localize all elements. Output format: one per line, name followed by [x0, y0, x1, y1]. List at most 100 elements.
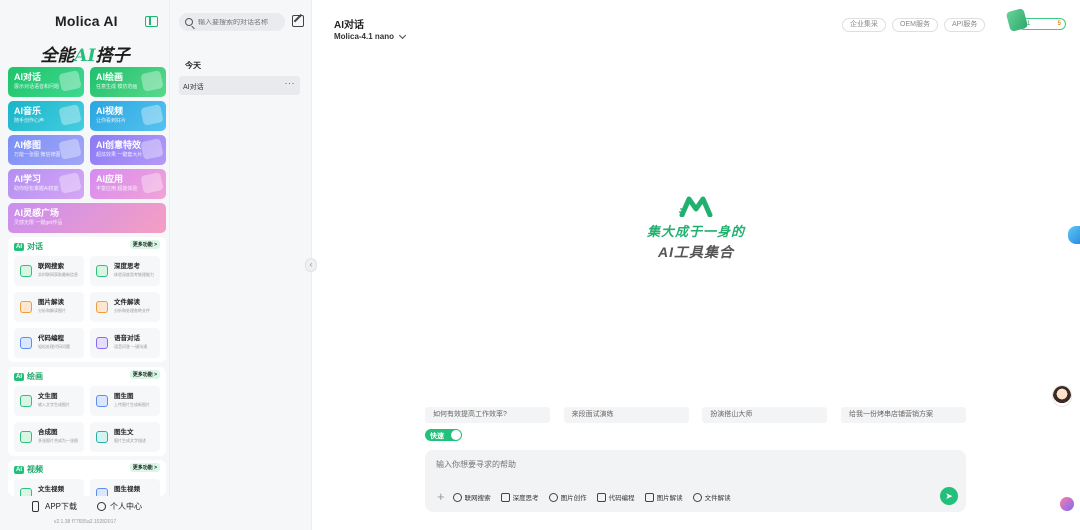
card-image-reading[interactable]: 图片解读 分析和解读图片: [14, 292, 84, 322]
slogan: 全能AI搭子: [0, 41, 170, 66]
floating-assistant-tab[interactable]: [1068, 226, 1080, 244]
book-icon: [58, 172, 82, 194]
magic-star-icon: [140, 138, 164, 160]
card-web-search[interactable]: 联网搜索 实时联网获取最新信息: [14, 256, 84, 286]
tile-ai-chat[interactable]: AI对话 展示对话语音和问题: [8, 67, 84, 97]
app-download-button[interactable]: APP下载: [32, 501, 77, 512]
more-options-icon[interactable]: ···: [285, 78, 296, 88]
section-name: 视频: [27, 465, 43, 474]
enterprise-purchase-link[interactable]: 企业集采: [842, 18, 886, 32]
fast-mode-label: 快速: [430, 433, 444, 440]
personal-center-button[interactable]: 个人中心: [97, 501, 142, 512]
more-features-link[interactable]: 更多功能 >: [129, 463, 160, 472]
conversation-list-panel: 今天 AI对话 ···: [170, 0, 312, 530]
tool-image-reading[interactable]: 图片解读: [644, 492, 683, 502]
app-root: Molica AI 全能AI搭子 AI对话 展示对话语音和问题 AI绘画 任意生…: [0, 0, 1080, 530]
brain-icon: [96, 265, 108, 277]
tile-ai-video[interactable]: AI视频 让你看到好片: [90, 101, 166, 131]
brand-name: Molica AI: [55, 13, 118, 29]
hero-title: AI工具集合: [658, 244, 734, 260]
molica-logo-icon: [679, 196, 713, 217]
sidebar-toggle-icon[interactable]: [145, 16, 158, 27]
section-painting: AI 绘画 更多功能 > 文生图输入文字生成图片 图生图 上传图片生成新图片 合成…: [8, 367, 166, 456]
tool-label: 深度思考: [512, 495, 539, 502]
card-voice-chat[interactable]: 语音对话 语音问答 一键沟通: [90, 328, 160, 358]
sparkle-icon: [58, 138, 82, 160]
brain-icon: [500, 492, 510, 502]
section-cards: 文生图输入文字生成图片 图生图 上传图片生成新图片 合成图 多张图片合成为一张图 图…: [8, 381, 166, 458]
slogan-suffix: 搭子: [95, 46, 130, 66]
message-input[interactable]: [436, 459, 936, 475]
image-icon: [644, 492, 654, 502]
card-coding[interactable]: 代码编程 轻松处理代码问题: [14, 328, 84, 358]
tile-ai-inspiration[interactable]: AI灵感广场 灵感无限 一键get作品: [8, 203, 166, 233]
tile-ai-learning[interactable]: AI学习 助你轻松掌握AI技能: [8, 169, 84, 199]
phone-icon: [32, 501, 39, 512]
api-service-link[interactable]: API服务: [943, 18, 986, 32]
section-video: AI 视频 更多功能 > 文生视频 图生视频: [8, 460, 166, 496]
card-file-reading[interactable]: 文件解读 分析和处理各种文件: [90, 292, 160, 322]
feature-tiles: AI对话 展示对话语音和问题 AI绘画 任意生成 模仿范画 AI音乐 随手创作心…: [8, 67, 166, 233]
tool-coding[interactable]: 代码编程: [596, 492, 635, 502]
card-image-to-video[interactable]: 图生视频: [90, 479, 160, 496]
suggestion-chip[interactable]: 给我一份烤串店铺营销方案: [840, 407, 966, 423]
tool-file-reading[interactable]: 文件解读: [692, 492, 731, 502]
tile-ai-retouch[interactable]: AI修图 万能一张图 微信修图: [8, 135, 84, 165]
floating-plugin-icon[interactable]: [1060, 497, 1074, 511]
section-header: AI 绘画 更多功能 >: [8, 367, 166, 381]
card-title: 深度思考: [114, 263, 140, 270]
conversation-search[interactable]: [179, 13, 285, 31]
new-chat-icon[interactable]: [292, 15, 304, 27]
tile-ai-apps[interactable]: AI应用 丰富应用 超能体验: [90, 169, 166, 199]
hero: 集大成于一身的 AI工具集合: [312, 195, 1080, 262]
tool-label: 代码编程: [608, 495, 635, 502]
card-subtitle: 多张图片合成为一张图: [38, 438, 78, 443]
send-button[interactable]: ➤: [940, 487, 958, 505]
card-deep-thinking[interactable]: 深度思考 体验深度思考推理能力: [90, 256, 160, 286]
fast-mode-toggle[interactable]: 快速: [425, 429, 462, 441]
voice-icon: [96, 337, 108, 349]
user-icon: [97, 502, 106, 511]
card-text-to-image[interactable]: 文生图输入文字生成图片: [14, 386, 84, 416]
more-features-link[interactable]: 更多功能 >: [129, 240, 160, 249]
card-title: 文生视频: [38, 486, 64, 493]
slogan-ai: AI: [74, 46, 96, 66]
toggle-knob: [451, 430, 461, 440]
globe-icon: [452, 492, 462, 502]
image-image-icon: [96, 395, 108, 407]
model-selector[interactable]: Molica-4.1 nano: [334, 31, 407, 41]
tile-subtitle: 灵感无限 一键get作品: [14, 220, 63, 226]
slogan-prefix: 全能: [40, 46, 75, 66]
oem-service-link[interactable]: OEM服务: [892, 18, 938, 32]
paperclip-icon: [692, 492, 702, 502]
section-chat: AI 对话 更多功能 > 联网搜索 实时联网获取最新信息 深度思考 体验深度思考推理…: [8, 237, 166, 362]
tool-web-search[interactable]: 联网搜索: [452, 492, 491, 502]
card-title: 文生图: [38, 393, 58, 400]
tile-ai-music[interactable]: AI音乐 随手创作心声: [8, 101, 84, 131]
conversation-item[interactable]: AI对话 ···: [179, 76, 300, 95]
tool-image-creation[interactable]: 图片创作: [548, 492, 587, 502]
conversation-search-input[interactable]: [198, 18, 283, 26]
section-badge-ai: AI: [14, 465, 24, 474]
tile-ai-effects[interactable]: AI创意特效 超炫效果 一键套大片: [90, 135, 166, 165]
points-value-2: 5: [1057, 21, 1061, 27]
suggestion-chip[interactable]: 如何有效提高工作效率?: [425, 407, 550, 423]
suggestion-chip[interactable]: 来段面试演练: [563, 407, 689, 423]
tile-ai-painting[interactable]: AI绘画 任意生成 模仿范画: [90, 67, 166, 97]
card-image-to-image[interactable]: 图生图 上传图片生成新图片: [90, 386, 160, 416]
palette-icon: [548, 492, 558, 502]
music-note-icon: [58, 104, 82, 126]
tool-deep-thinking[interactable]: 深度思考: [500, 492, 539, 502]
card-text-to-video[interactable]: 文生视频: [14, 479, 84, 496]
image-video-icon: [96, 488, 108, 496]
add-attachment-icon[interactable]: +: [437, 490, 445, 503]
more-features-link[interactable]: 更多功能 >: [129, 370, 160, 379]
card-title: 图生图: [114, 393, 134, 400]
assistant-avatar[interactable]: [1052, 385, 1072, 407]
suggestion-chip[interactable]: 扮演搭山大师: [702, 407, 828, 423]
card-subtitle: 分析和解读图片: [38, 308, 66, 313]
card-image-to-text[interactable]: 图生文 图片生成文字描述: [90, 422, 160, 452]
card-subtitle: 输入文字生成图片: [38, 402, 70, 407]
card-composite-image[interactable]: 合成图 多张图片合成为一张图: [14, 422, 84, 452]
tool-label: 文件解读: [704, 495, 731, 502]
